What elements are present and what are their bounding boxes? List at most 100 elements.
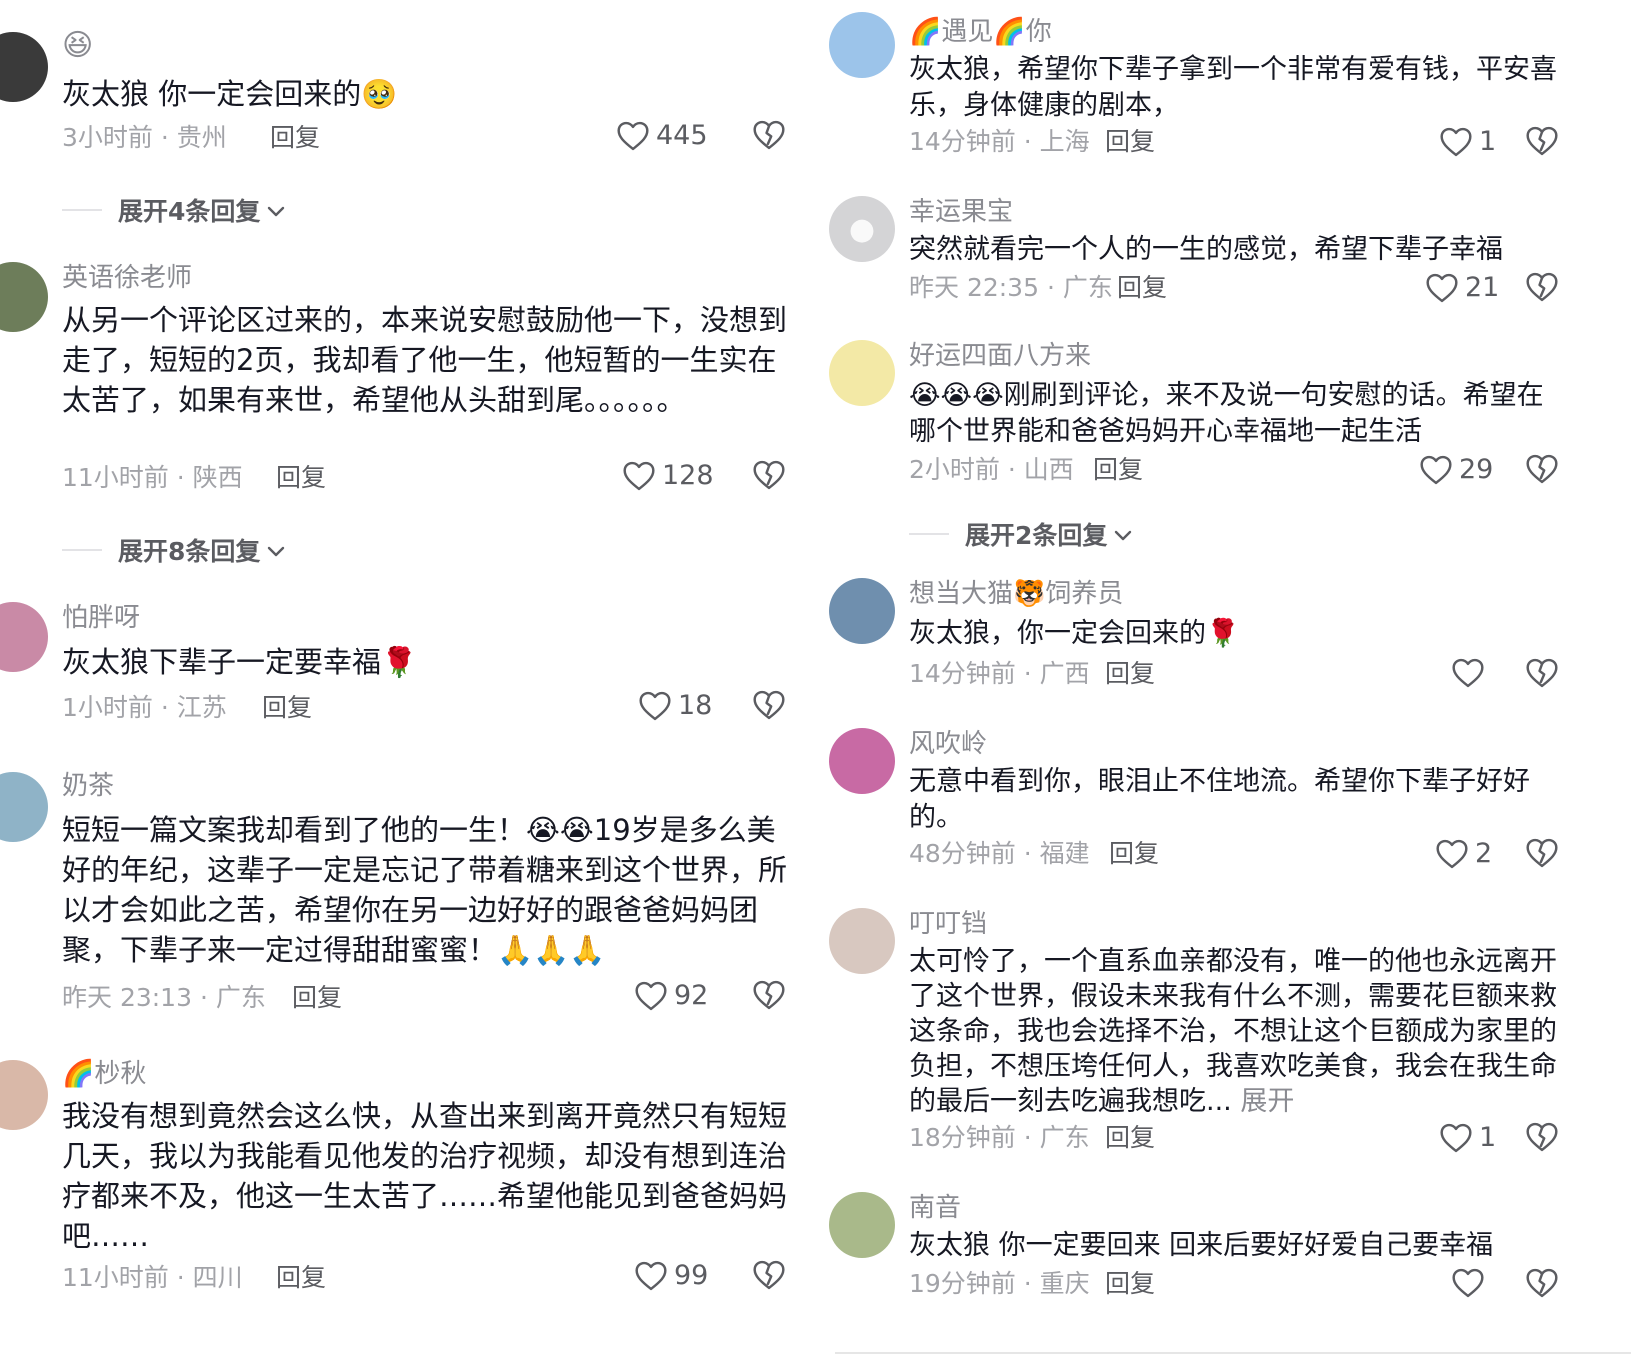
reply-button[interactable]: 回复 [292,982,342,1014]
comment-meta: 3小时前 · 贵州 [62,122,227,154]
avatar[interactable] [0,602,48,672]
avatar[interactable] [0,262,48,332]
meta-separator: · [152,693,177,722]
comment-text: 我没有想到竟然会这么快，从查出来到离开竟然只有短短几天，我以为我能看见他发的治疗… [62,1099,788,1253]
expand-replies-label: 展开8条回复 [118,537,261,566]
reply-button[interactable]: 回复 [1105,658,1155,690]
comment-location: 四川 [192,1263,243,1292]
reply-button[interactable]: 回复 [276,462,326,494]
comment-text-body: 太可怜了，一个直系血亲都没有，唯一的他也永远离开了这个世界，假设未来我有什么不测… [909,946,1557,1117]
chevron-down-icon [1113,520,1133,549]
bottom-divider [835,1352,1631,1354]
like-button[interactable]: 128 [622,460,714,492]
dislike-button[interactable] [1525,1268,1559,1298]
broken-heart-icon [1525,126,1559,156]
broken-heart-icon [1525,1268,1559,1298]
avatar[interactable] [0,772,48,842]
comment-text: 突然就看完一个人的一生的感觉，希望下辈子幸福 [909,234,1503,265]
reply-button[interactable]: 回复 [1117,272,1167,304]
comment-location: 重庆 [1039,1269,1090,1298]
comment-time: 18分钟前 [909,1123,1016,1152]
like-count: 18 [678,690,713,721]
heart-outline-icon [1419,455,1453,485]
comment-username: 南音 [909,1193,962,1223]
heart-outline-icon [1451,1268,1485,1298]
comment-location: 福建 [1039,839,1090,868]
dislike-button[interactable] [752,980,786,1010]
heart-outline-icon [1435,839,1469,869]
like-button[interactable] [1451,658,1491,688]
person-icon: ● [848,211,876,247]
reply-button[interactable]: 回复 [1105,1122,1155,1154]
like-button[interactable]: 1 [1439,1122,1496,1154]
avatar[interactable] [829,908,895,974]
like-button[interactable]: 2 [1435,838,1492,870]
avatar[interactable] [829,12,895,78]
dislike-button[interactable] [1525,658,1559,688]
like-button[interactable] [1451,1268,1491,1298]
like-button[interactable]: 18 [638,690,712,722]
heart-outline-icon [616,121,650,151]
expand-text-link[interactable]: 展开 [1240,1086,1294,1117]
meta-separator: · [1015,1123,1040,1152]
reply-button[interactable]: 回复 [1109,838,1159,870]
like-button[interactable]: 29 [1419,454,1493,486]
dislike-button[interactable] [1525,126,1559,156]
dislike-button[interactable] [752,690,786,720]
comment-username: 叮叮铛 [909,909,988,939]
dislike-button[interactable] [752,460,786,490]
like-count: 21 [1465,272,1500,303]
avatar[interactable] [829,1192,895,1258]
heart-outline-icon [634,1261,668,1291]
like-button[interactable]: 92 [634,980,708,1012]
like-button[interactable]: 1 [1439,126,1496,158]
comment-meta: 1小时前 · 江苏 [62,692,227,724]
reply-button[interactable]: 回复 [1093,454,1143,486]
comment-meta: 19分钟前 · 重庆 [909,1268,1090,1300]
comment-meta: 14分钟前 · 上海 [909,126,1090,158]
avatar[interactable]: ● [829,196,895,262]
reply-button[interactable]: 回复 [270,122,320,154]
like-count: 92 [674,980,709,1011]
comment-username: 怕胖呀 [62,603,141,633]
dislike-button[interactable] [1525,454,1559,484]
reply-button[interactable]: 回复 [1105,1268,1155,1300]
comment-text: 太可怜了，一个直系血亲都没有，唯一的他也永远离开了这个世界，假设未来我有什么不测… [909,944,1559,1119]
like-button[interactable]: 445 [616,120,708,152]
expand-replies-button[interactable]: 展开2条回复 [909,516,1133,552]
like-count: 29 [1459,454,1494,485]
expand-replies-button[interactable]: 展开4条回复 [62,192,286,228]
reply-button[interactable]: 回复 [276,1262,326,1294]
meta-separator: · [192,983,216,1012]
comment-time: 11小时前 [62,1263,169,1292]
reply-button[interactable]: 回复 [262,692,312,724]
dislike-button[interactable] [752,1260,786,1290]
avatar[interactable] [829,578,895,644]
expand-replies-button[interactable]: 展开8条回复 [62,532,286,568]
comment-text: 灰太狼 你一定会回来的🥹 [62,77,398,111]
like-count: 445 [656,120,708,151]
meta-separator: · [1015,127,1040,156]
avatar[interactable] [829,340,895,406]
comment-text: 灰太狼，你一定会回来的🌹 [909,618,1240,649]
comment-text: 灰太狼下辈子一定要幸福🌹 [62,645,418,679]
heart-outline-icon [1439,1123,1473,1153]
dislike-button[interactable] [1525,272,1559,302]
reply-button[interactable]: 回复 [1105,126,1155,158]
dislike-button[interactable] [1525,838,1559,868]
broken-heart-icon [752,460,786,490]
like-button[interactable]: 99 [634,1260,708,1292]
comment-username: 英语徐老师 [62,263,193,293]
broken-heart-icon [1525,272,1559,302]
comment-meta: 昨天 22:35 · 广东 [909,272,1113,304]
like-button[interactable]: 21 [1425,272,1499,304]
avatar[interactable] [0,1060,48,1130]
dislike-button[interactable] [1525,1122,1559,1152]
broken-heart-icon [752,980,786,1010]
avatar[interactable] [829,728,895,794]
broken-heart-icon [1525,454,1559,484]
divider-line [909,533,949,535]
like-count: 2 [1475,838,1493,869]
avatar[interactable] [0,32,48,102]
dislike-button[interactable] [752,120,786,150]
